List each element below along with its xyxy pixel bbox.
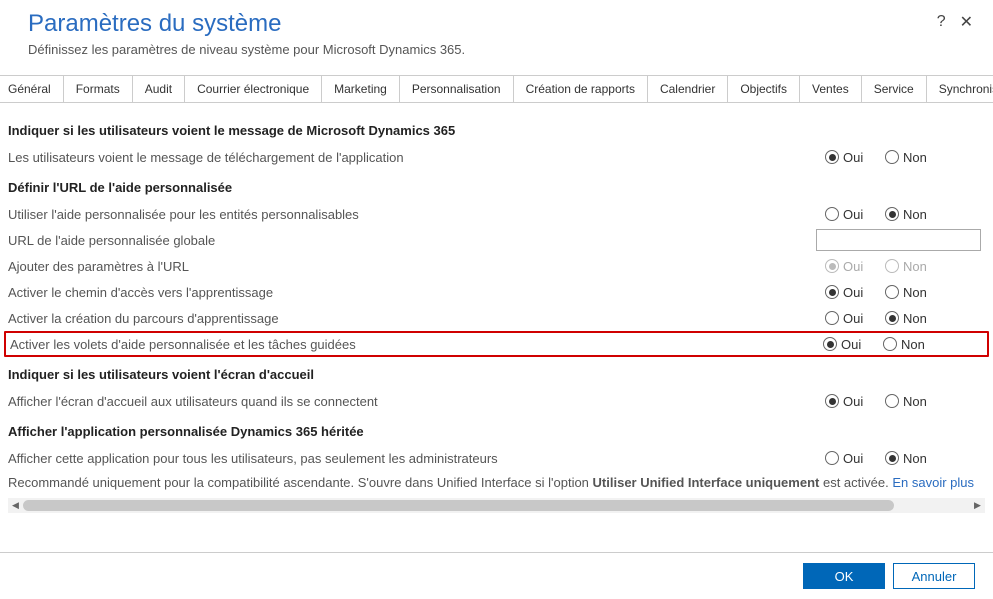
label-welcome-screen: Afficher l'écran d'accueil aux utilisate… [8,394,825,409]
radio-label-yes: Oui [841,337,861,352]
tab-formats[interactable]: Formats [64,76,133,102]
row-custom-help: Utiliser l'aide personnalisée pour les e… [8,201,985,227]
radio-label-no: Non [903,394,927,409]
close-icon[interactable]: ✕ [960,12,973,32]
radio-label-no: Non [903,207,927,222]
radio-label-yes: Oui [843,285,863,300]
label-custom-help: Utiliser l'aide personnalisée pour les e… [8,207,825,222]
tab-email[interactable]: Courrier électronique [185,76,322,102]
recommend-bold: Utiliser Unified Interface uniquement [593,475,820,490]
radio-help-panes-no[interactable] [883,337,897,351]
radio-label-no: Non [901,337,925,352]
radio-add-params-yes [825,259,839,273]
row-learning-authoring: Activer la création du parcours d'appren… [8,305,985,331]
legacy-app-recommendation: Recommandé uniquement pour la compatibil… [8,471,985,496]
radio-label-yes: Oui [843,311,863,326]
tab-general[interactable]: Général [0,76,64,102]
tab-customization[interactable]: Personnalisation [400,76,514,102]
radio-label-yes: Oui [843,451,863,466]
row-legacy-app: Afficher cette application pour tous les… [8,445,985,471]
label-custom-help-panes: Activer les volets d'aide personnalisée … [10,337,823,352]
radio-download-no[interactable] [885,150,899,164]
radio-learning-path-no[interactable] [885,285,899,299]
scroll-thumb[interactable] [23,500,894,511]
page-title: Paramètres du système [28,10,965,38]
tab-service[interactable]: Service [862,76,927,102]
horizontal-scrollbar[interactable]: ◀ ▶ [8,498,985,513]
scroll-track[interactable] [23,498,970,513]
radio-welcome-no[interactable] [885,394,899,408]
radio-download-yes[interactable] [825,150,839,164]
tab-audit[interactable]: Audit [133,76,185,102]
row-custom-help-panes: Activer les volets d'aide personnalisée … [4,331,989,357]
radio-custom-help-yes[interactable] [825,207,839,221]
section-header-message: Indiquer si les utilisateurs voient le m… [8,113,985,144]
tab-goals[interactable]: Objectifs [728,76,800,102]
radio-label-no: Non [903,150,927,165]
radio-learning-authoring-yes[interactable] [825,311,839,325]
radio-label-yes: Oui [843,150,863,165]
radio-label-no: Non [903,311,927,326]
radio-learning-path-yes[interactable] [825,285,839,299]
scroll-right-icon[interactable]: ▶ [970,498,985,513]
row-learning-path: Activer le chemin d'accès vers l'apprent… [8,279,985,305]
learn-more-link[interactable]: En savoir plus [892,475,974,490]
radio-help-panes-yes[interactable] [823,337,837,351]
recommend-suffix: est activée. [819,475,892,490]
help-icon[interactable]: ? [937,13,946,31]
content-area: Indiquer si les utilisateurs voient le m… [0,103,993,513]
tab-reporting[interactable]: Création de rapports [514,76,648,102]
label-learning-authoring: Activer la création du parcours d'appren… [8,311,825,326]
scroll-left-icon[interactable]: ◀ [8,498,23,513]
radio-label-no: Non [903,285,927,300]
tab-calendar[interactable]: Calendrier [648,76,728,102]
tab-bar: Général Formats Audit Courrier électroni… [0,75,993,103]
label-global-help-url: URL de l'aide personnalisée globale [8,233,816,248]
page-subtitle: Définissez les paramètres de niveau syst… [28,42,965,57]
radio-label-no: Non [903,451,927,466]
section-header-help-url: Définir l'URL de l'aide personnalisée [8,170,985,201]
label-add-params: Ajouter des paramètres à l'URL [8,259,825,274]
row-global-help-url: URL de l'aide personnalisée globale [8,227,985,253]
radio-label-no: Non [903,259,927,274]
radio-label-yes: Oui [843,207,863,222]
recommend-prefix: Recommandé uniquement pour la compatibil… [8,475,593,490]
row-download-message: Les utilisateurs voient le message de té… [8,144,985,170]
radio-legacy-yes[interactable] [825,451,839,465]
radio-add-params-no [885,259,899,273]
row-add-params: Ajouter des paramètres à l'URL Oui Non [8,253,985,279]
label-download-message: Les utilisateurs voient le message de té… [8,150,825,165]
radio-label-yes: Oui [843,259,863,274]
cancel-button[interactable]: Annuler [893,563,975,589]
label-legacy-app: Afficher cette application pour tous les… [8,451,825,466]
tab-sales[interactable]: Ventes [800,76,862,102]
dialog-footer: OK Annuler [0,552,993,599]
label-learning-path: Activer le chemin d'accès vers l'apprent… [8,285,825,300]
radio-label-yes: Oui [843,394,863,409]
tab-marketing[interactable]: Marketing [322,76,400,102]
ok-button[interactable]: OK [803,563,885,589]
section-header-legacy-app: Afficher l'application personnalisée Dyn… [8,414,985,445]
radio-custom-help-no[interactable] [885,207,899,221]
dialog-header: ? ✕ Paramètres du système Définissez les… [0,0,993,75]
radio-learning-authoring-no[interactable] [885,311,899,325]
tab-sync[interactable]: Synchronisation [927,76,993,102]
input-global-help-url[interactable] [816,229,981,251]
radio-welcome-yes[interactable] [825,394,839,408]
section-header-welcome: Indiquer si les utilisateurs voient l'éc… [8,357,985,388]
row-welcome-screen: Afficher l'écran d'accueil aux utilisate… [8,388,985,414]
radio-legacy-no[interactable] [885,451,899,465]
